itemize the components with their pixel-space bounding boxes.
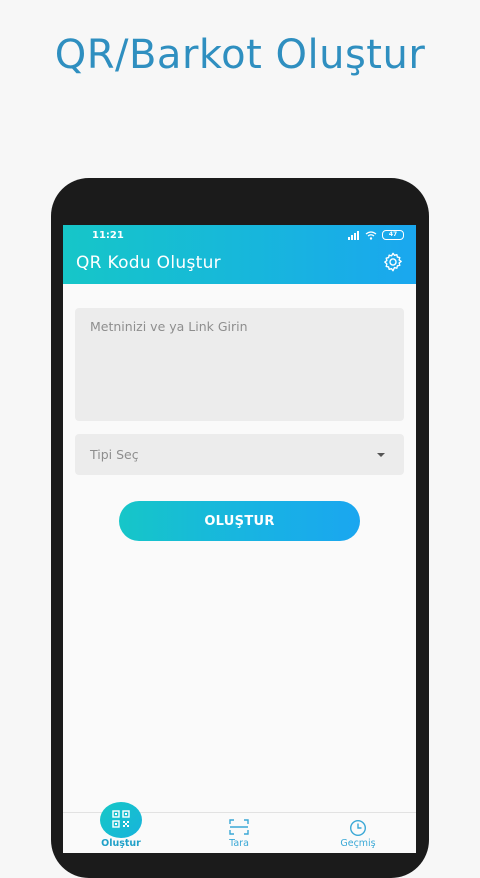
settings-button[interactable] xyxy=(382,251,404,273)
signal-icon xyxy=(348,230,359,240)
app-bar: 11:21 47 QR Kodu Oluştur xyxy=(63,225,416,284)
create-button[interactable]: OLUŞTUR xyxy=(119,501,360,541)
battery-icon: 47 xyxy=(382,230,404,240)
clock-icon xyxy=(349,819,367,837)
app-title: QR Kodu Oluştur xyxy=(76,253,221,273)
promo-title: QR/Barkot Oluştur xyxy=(54,32,426,78)
bottom-nav: Oluştur Tara Geçmiş xyxy=(63,802,416,853)
gear-icon xyxy=(384,252,402,272)
nav-item-create[interactable]: Oluştur xyxy=(81,802,161,853)
nav-label-scan: Tara xyxy=(229,838,249,849)
scan-icon xyxy=(229,819,249,835)
qr-code-icon xyxy=(112,810,130,828)
caret-down-icon xyxy=(377,453,385,457)
nav-label-create: Oluştur xyxy=(101,838,141,849)
wifi-icon xyxy=(365,230,377,240)
type-select-value: Tipi Seç xyxy=(90,447,139,462)
type-select[interactable]: Tipi Seç xyxy=(75,434,404,475)
text-link-input[interactable] xyxy=(75,308,404,421)
app-screen: 11:21 47 QR Kodu Oluştur Tipi Se xyxy=(63,225,416,853)
nav-item-scan[interactable]: Tara xyxy=(199,813,279,853)
nav-item-history[interactable]: Geçmiş xyxy=(318,813,398,853)
status-time: 11:21 xyxy=(92,230,124,241)
nav-label-history: Geçmiş xyxy=(340,838,376,849)
status-icons: 47 xyxy=(348,229,404,241)
